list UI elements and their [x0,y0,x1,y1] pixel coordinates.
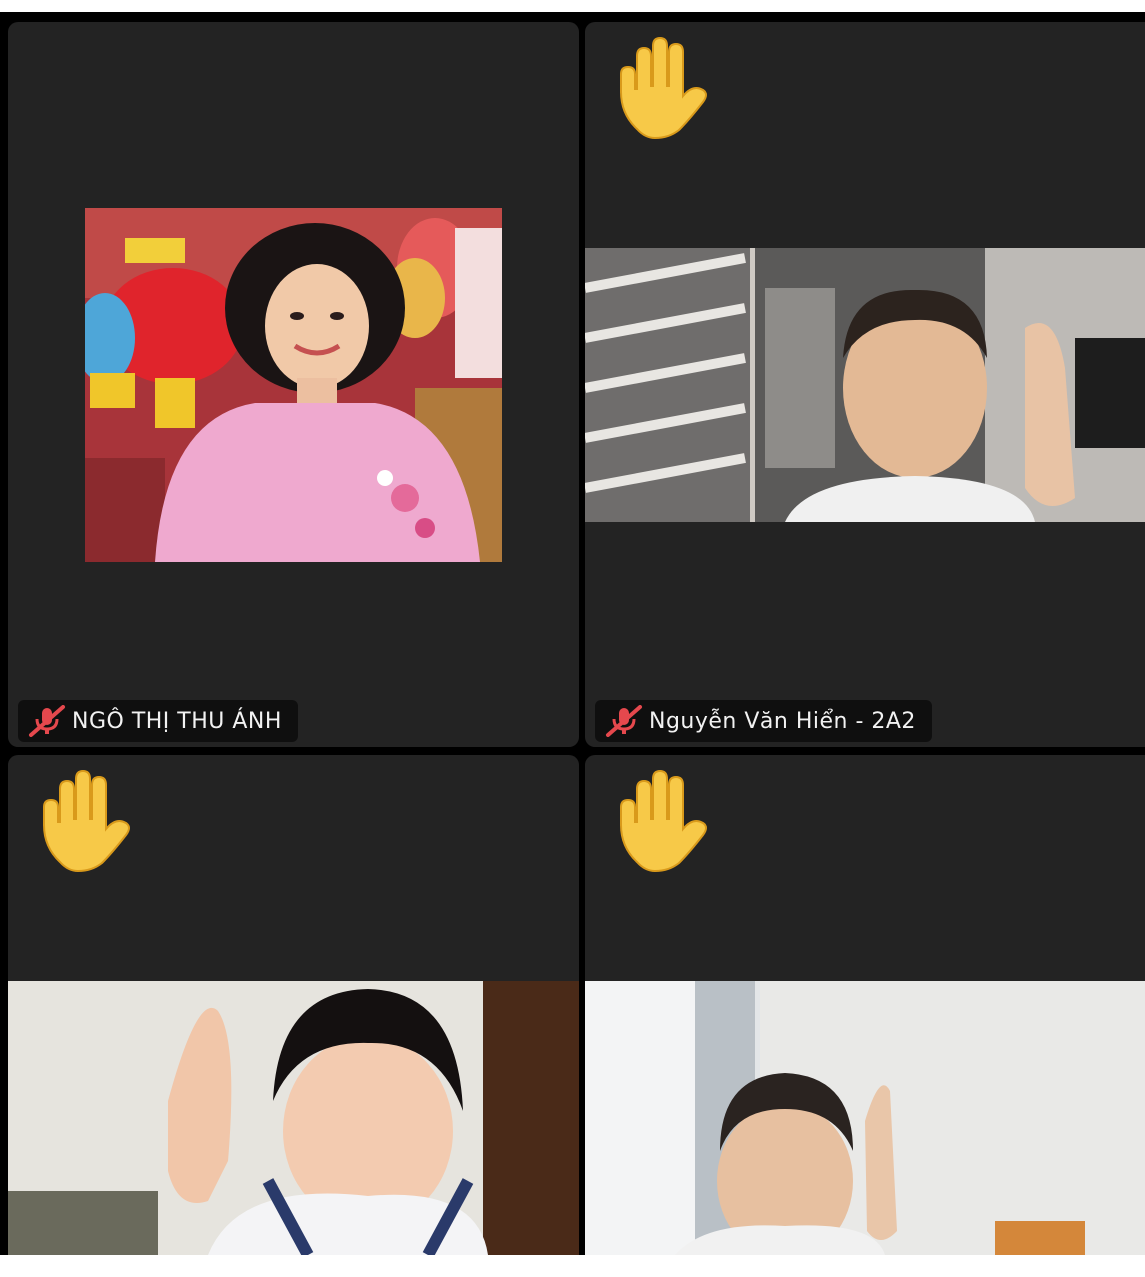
participant-tile-3[interactable] [8,755,579,1255]
participant-name-tag: Nguyễn Văn Hiển - 2A2 [595,700,932,742]
participant-video [585,248,1145,522]
participant-name-tag: NGÔ THỊ THU ÁNH [18,700,298,742]
participant-name: Nguyễn Văn Hiển - 2A2 [649,708,916,734]
participant-name: NGÔ THỊ THU ÁNH [72,708,282,734]
participant-video [585,981,1145,1255]
muted-mic-icon [606,705,642,737]
participant-video [8,981,579,1255]
screen-bottom-edge [0,1255,1145,1277]
raised-hand-icon [620,769,707,873]
raised-hand-icon [620,36,707,140]
video-call-screen: NGÔ THỊ THU ÁNH Nguyễn Văn Hiển - 2A2 [0,0,1145,1277]
profile-photo [85,208,502,562]
participant-tile-1[interactable]: NGÔ THỊ THU ÁNH [8,22,579,747]
raised-hand-icon [43,769,130,873]
video-frame [585,248,1145,522]
muted-mic-icon [29,705,65,737]
participant-tile-4[interactable] [585,755,1145,1255]
participant-tile-2[interactable]: Nguyễn Văn Hiển - 2A2 [585,22,1145,747]
video-frame [8,981,579,1255]
video-frame [585,981,1145,1255]
profile-photo-illustration [85,208,502,562]
